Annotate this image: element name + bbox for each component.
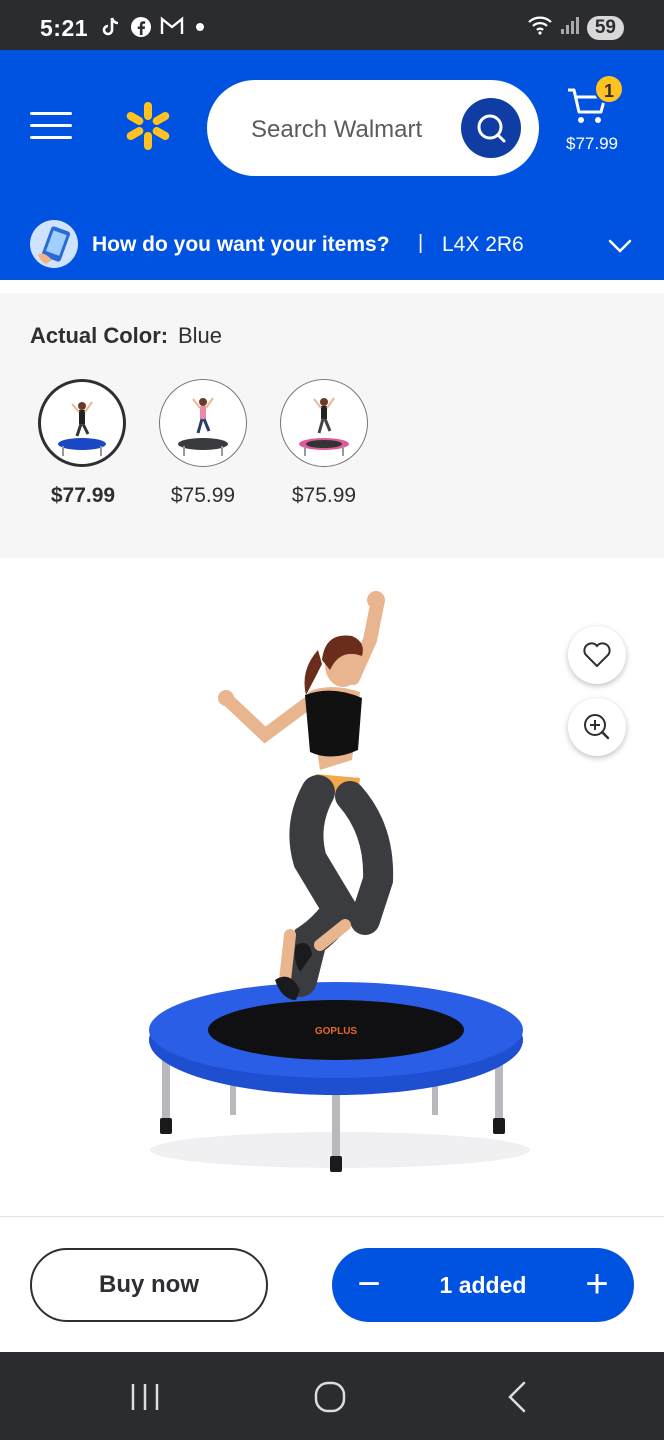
color-swatch-gray[interactable]: [159, 379, 247, 467]
chevron-down-icon[interactable]: [608, 234, 632, 258]
swatch-price-pink: $75.99: [291, 484, 357, 507]
search-bar[interactable]: Search Walmart: [207, 80, 539, 176]
swatch-price-gray: $75.99: [170, 484, 236, 507]
buy-now-button[interactable]: Buy now: [30, 1248, 268, 1322]
color-label: Actual Color:: [30, 323, 169, 348]
cart-count-badge: 1: [594, 74, 624, 104]
menu-icon: [30, 112, 72, 115]
tiktok-icon: [100, 16, 122, 38]
color-swatch-pink[interactable]: [280, 379, 368, 467]
cart-total: $77.99: [566, 134, 618, 153]
status-bar: 5:21 59: [0, 0, 664, 50]
search-button[interactable]: [461, 98, 521, 158]
gmail-icon: [160, 16, 184, 38]
search-input[interactable]: Search Walmart: [251, 116, 422, 144]
zoom-in-icon: [584, 714, 610, 740]
notification-icons: [100, 16, 204, 38]
back-icon: [508, 1381, 526, 1413]
recent-apps-button[interactable]: [125, 1380, 165, 1414]
zoom-button[interactable]: [568, 698, 626, 756]
heart-icon: [583, 642, 611, 668]
battery-indicator: 59: [586, 15, 624, 40]
delivery-selector[interactable]: How do you want your items? | L4X 2R6: [0, 210, 664, 280]
status-time: 5:21: [40, 15, 89, 41]
color-swatch-blue[interactable]: [38, 379, 126, 467]
system-icons: 59: [527, 14, 624, 41]
signal-icon: [559, 15, 581, 40]
color-selector: Actual Color: Blue $77.99 $75.99 $75.99: [0, 293, 664, 558]
menu-icon-line: [30, 124, 72, 127]
app-header: Search Walmart 1 $77.99: [0, 50, 664, 210]
divider: [0, 1216, 664, 1217]
product-image[interactable]: GOPLUS: [0, 560, 664, 1215]
color-value: Blue: [178, 323, 223, 348]
favorite-button[interactable]: [568, 626, 626, 684]
menu-button[interactable]: [30, 112, 72, 144]
swatch-price-blue: $77.99: [50, 484, 116, 507]
back-button[interactable]: [500, 1380, 540, 1414]
mat-brand-logo: GOPLUS: [315, 1026, 358, 1037]
delivery-question: How do you want your items?: [92, 233, 390, 256]
postal-code: L4X 2R6: [442, 233, 524, 256]
recent-apps-icon: [131, 1384, 159, 1410]
cart-button[interactable]: 1 $77.99: [562, 74, 634, 178]
wifi-icon: [527, 14, 553, 41]
menu-icon-line: [30, 136, 72, 139]
delivery-phone-icon: [30, 220, 78, 268]
home-button[interactable]: [310, 1380, 350, 1414]
home-icon: [314, 1381, 346, 1413]
quantity-stepper: − 1 added +: [332, 1248, 634, 1322]
trampoline-image: GOPLUS: [149, 591, 530, 1172]
walmart-spark-logo[interactable]: [120, 98, 176, 154]
delivery-separator: |: [418, 232, 424, 254]
search-icon: [477, 114, 506, 143]
increase-quantity-button[interactable]: +: [572, 1260, 622, 1310]
more-notifications-dot: [196, 23, 204, 31]
system-navigation-bar: [0, 1352, 664, 1440]
facebook-icon: [130, 16, 152, 38]
